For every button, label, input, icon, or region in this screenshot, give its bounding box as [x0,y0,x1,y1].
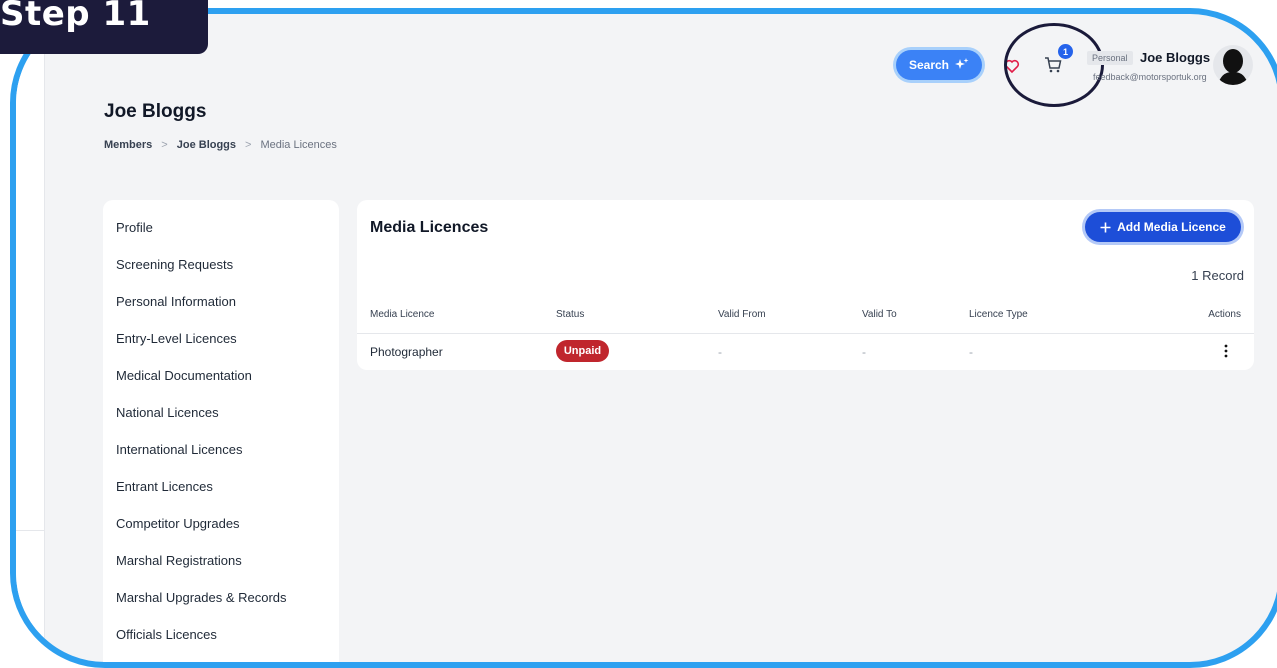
header-user-email: feedback@motorsportuk.org [1093,72,1207,82]
cell-valid-from: - [718,345,722,359]
search-button[interactable]: Search [896,50,982,80]
cart-count-badge: 1 [1058,44,1073,59]
member-sidebar: Profile Screening Requests Personal Info… [103,200,339,662]
sidebar-item-marshal-upgrades-records[interactable]: Marshal Upgrades & Records [116,590,287,605]
sidebar-item-personal-information[interactable]: Personal Information [116,294,236,309]
breadcrumb-member[interactable]: Joe Bloggs [177,139,236,151]
sidebar-item-profile[interactable]: Profile [116,220,153,235]
step-label: Step 11 [0,0,151,34]
sidebar-item-international-licences[interactable]: International Licences [116,442,242,457]
breadcrumb-separator: > [161,139,168,151]
plus-icon [1100,222,1111,232]
cell-licence-type: - [969,345,973,359]
app-frame: Search 1 Personal Joe Bloggs feedback@mo… [10,8,1277,668]
sidebar-item-marshal-registrations[interactable]: Marshal Registrations [116,553,242,568]
shopping-cart-icon[interactable] [1044,56,1062,74]
sidebar-item-national-licences[interactable]: National Licences [116,405,219,420]
breadcrumb: Members > Joe Bloggs > Media Licences [104,139,337,151]
sidebar-item-medical-documentation[interactable]: Medical Documentation [116,368,252,383]
row-actions-kebab-icon[interactable] [1223,344,1229,358]
column-header-status[interactable]: Status [556,309,584,320]
add-media-licence-label: Add Media Licence [1117,220,1226,234]
cell-media-licence: Photographer [370,345,443,359]
status-badge: Unpaid [556,340,609,362]
rail-divider [16,530,44,531]
header-user-name[interactable]: Joe Bloggs [1140,50,1210,65]
breadcrumb-current: Media Licences [260,139,337,151]
column-header-licence-type[interactable]: Licence Type [969,309,1028,320]
person-silhouette-icon [1217,49,1249,85]
add-media-licence-button[interactable]: Add Media Licence [1085,212,1241,242]
sparkle-icon [955,58,969,69]
left-rail [16,14,45,662]
breadcrumb-separator: > [245,139,252,151]
step-badge: Step 11 [0,0,208,54]
user-avatar[interactable] [1213,45,1253,85]
table-header-divider [357,333,1254,334]
column-header-media-licence[interactable]: Media Licence [370,309,434,320]
account-type-tag: Personal [1087,51,1133,65]
sidebar-item-screening-requests[interactable]: Screening Requests [116,257,233,272]
sidebar-item-officials-licences[interactable]: Officials Licences [116,627,217,642]
record-count: 1 Record [1191,268,1244,283]
column-header-actions: Actions [1208,309,1241,320]
favourites-heart-icon[interactable] [1004,58,1020,74]
column-header-valid-to[interactable]: Valid To [862,309,897,320]
column-header-valid-from[interactable]: Valid From [718,309,766,320]
cell-valid-to: - [862,345,866,359]
search-button-label: Search [908,58,950,72]
sidebar-item-competitor-upgrades[interactable]: Competitor Upgrades [116,516,240,531]
media-licences-card: Media Licences Add Media Licence 1 Recor… [357,200,1254,370]
sidebar-item-entrant-licences[interactable]: Entrant Licences [116,479,213,494]
sidebar-item-entry-level-licences[interactable]: Entry-Level Licences [116,331,237,346]
card-title: Media Licences [370,219,489,236]
page-title: Joe Bloggs [104,101,207,122]
breadcrumb-members[interactable]: Members [104,139,152,151]
